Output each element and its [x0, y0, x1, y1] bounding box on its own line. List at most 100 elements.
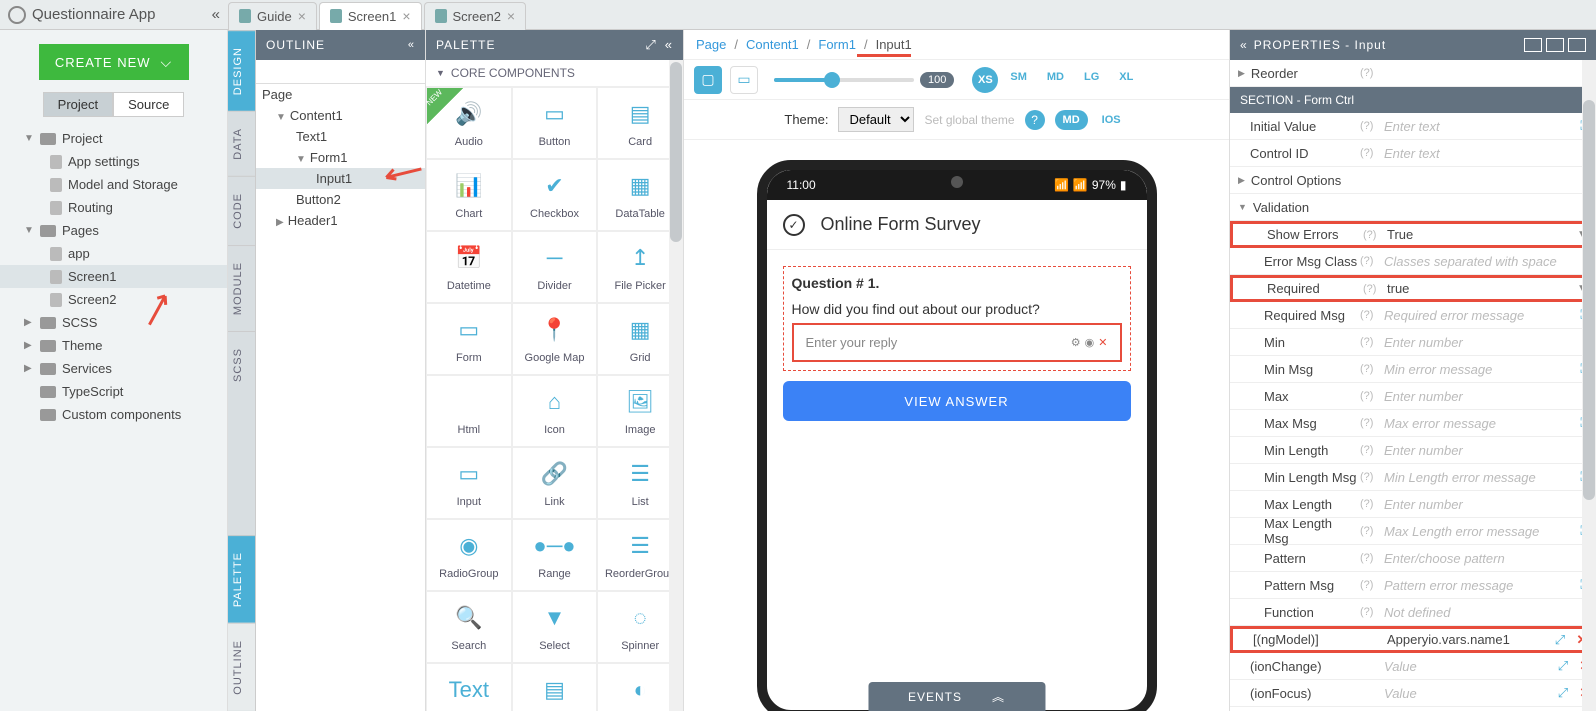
prop-required[interactable]: Required(?)true▼	[1230, 275, 1596, 302]
tree-services[interactable]: ▶Services	[0, 357, 227, 380]
project-toggle[interactable]: Project	[43, 92, 113, 117]
breakpoint-sm[interactable]: SM	[1002, 67, 1035, 93]
breakpoint-md[interactable]: MD	[1039, 67, 1072, 93]
help-icon[interactable]: ?	[1025, 110, 1045, 130]
input-field[interactable]: Enter your reply ⚙ ◉ ✕	[792, 323, 1122, 362]
view-answer-button[interactable]: VIEW ANSWER	[783, 381, 1131, 421]
ot-content1[interactable]: ▼Content1	[256, 105, 425, 126]
expand-icon[interactable]: ⤢	[1552, 685, 1574, 701]
editor-tab[interactable]: Screen2×	[424, 2, 527, 30]
palette-item-form[interactable]: ▭Form	[426, 303, 512, 375]
prop-max-length-msg[interactable]: Max Length Msg(?)Max Length error messag…	[1230, 518, 1596, 545]
chevron-left-icon[interactable]: «	[212, 6, 220, 23]
prop-min-msg[interactable]: Min Msg(?)Min error message⛶	[1230, 356, 1596, 383]
prop-initial-value[interactable]: Initial Value(?)Enter text⛶	[1230, 113, 1596, 140]
vtab-data[interactable]: DATA	[228, 111, 255, 176]
tree-page-screen1[interactable]: Screen1	[0, 265, 227, 288]
source-toggle[interactable]: Source	[113, 92, 184, 117]
expand-icon[interactable]: ⤢	[1549, 632, 1571, 648]
palette-item-google-map[interactable]: 📍Google Map	[512, 303, 598, 375]
palette-item-link[interactable]: 🔗Link	[512, 447, 598, 519]
global-theme-text[interactable]: Set global theme	[924, 113, 1014, 127]
prop-validation[interactable]: ▼Validation	[1230, 194, 1596, 221]
prop-show-errors[interactable]: Show Errors(?)True▼	[1230, 221, 1596, 248]
palette-item-radiogroup[interactable]: ◉RadioGroup	[426, 519, 512, 591]
prop-error-msg-class[interactable]: Error Msg Class(?)Classes separated with…	[1230, 248, 1596, 275]
zoom-slider[interactable]: 100	[774, 72, 954, 88]
scrollbar[interactable]	[1582, 60, 1596, 711]
events-bar[interactable]: EVENTS ︽	[868, 682, 1045, 711]
ot-button2[interactable]: Button2	[256, 189, 425, 210]
prop-max-msg[interactable]: Max Msg(?)Max error message⛶	[1230, 410, 1596, 437]
prop-required-msg[interactable]: Required Msg(?)Required error message⛶	[1230, 302, 1596, 329]
tree-custom-components[interactable]: Custom components	[0, 403, 227, 426]
tree-app-settings[interactable]: App settings	[0, 150, 227, 173]
palette-item-input[interactable]: ▭Input	[426, 447, 512, 519]
layout-icon[interactable]	[1568, 38, 1586, 52]
settings-icon[interactable]: ⚙	[1071, 336, 1081, 349]
editor-tab[interactable]: Screen1×	[319, 2, 422, 30]
theme-select[interactable]: Default	[838, 107, 914, 132]
tree-scss[interactable]: ▶SCSS	[0, 311, 227, 334]
os-md[interactable]: MD	[1055, 110, 1088, 130]
tree-routing[interactable]: Routing	[0, 196, 227, 219]
device-tablet-icon[interactable]: ▭	[730, 66, 758, 94]
palette-item-search[interactable]: 🔍Search	[426, 591, 512, 663]
bc-page[interactable]: Page	[696, 37, 726, 52]
palette-section[interactable]: ▼CORE COMPONENTS	[426, 60, 683, 87]
scrollbar[interactable]	[669, 60, 683, 711]
close-icon[interactable]: ×	[402, 8, 410, 24]
prop-max[interactable]: Max(?)Enter number	[1230, 383, 1596, 410]
palette-item-datetime[interactable]: 📅Datetime	[426, 231, 512, 303]
palette-item-divider[interactable]: ─Divider	[512, 231, 598, 303]
vtab-scss[interactable]: SCSS	[228, 331, 255, 398]
vtab-palette[interactable]: PALETTE	[228, 535, 255, 623]
prop-control-options[interactable]: ▶Control Options	[1230, 167, 1596, 194]
ot-text1[interactable]: Text1	[256, 126, 425, 147]
close-icon[interactable]: ×	[507, 8, 515, 24]
breakpoint-lg[interactable]: LG	[1076, 67, 1107, 93]
tree-theme[interactable]: ▶Theme	[0, 334, 227, 357]
close-icon[interactable]: ×	[298, 8, 306, 24]
vtab-design[interactable]: DESIGN	[228, 30, 255, 111]
ot-page[interactable]: Page	[256, 84, 425, 105]
bc-form1[interactable]: Form1	[818, 37, 856, 52]
palette-item-range[interactable]: ●─●Range	[512, 519, 598, 591]
prop-max-length[interactable]: Max Length(?)Enter number	[1230, 491, 1596, 518]
ot-form1[interactable]: ▼Form1	[256, 147, 425, 168]
prop-pattern[interactable]: Pattern(?)Enter/choose pattern▼	[1230, 545, 1596, 572]
tree-project[interactable]: ▼Project	[0, 127, 227, 150]
tree-model-storage[interactable]: Model and Storage	[0, 173, 227, 196]
palette-item-textarea[interactable]: ▤Textarea	[512, 663, 598, 711]
breakpoint-xs[interactable]: XS	[972, 67, 998, 93]
vtab-module[interactable]: MODULE	[228, 245, 255, 331]
palette-item-select[interactable]: ▼Select	[512, 591, 598, 663]
layout-icon[interactable]	[1524, 38, 1542, 52]
expand-icon[interactable]: ⤢	[1552, 658, 1574, 674]
expand-icon[interactable]: ⤢	[645, 37, 656, 53]
prop--ionfocus-[interactable]: (ionFocus)Value⤢✕	[1230, 680, 1596, 707]
vtab-code[interactable]: CODE	[228, 176, 255, 245]
vtab-outline[interactable]: OUTLINE	[228, 623, 255, 711]
palette-item-audio[interactable]: 🔊Audio	[426, 87, 512, 159]
bc-content1[interactable]: Content1	[746, 37, 799, 52]
question-box[interactable]: Question # 1. How did you find out about…	[783, 266, 1131, 371]
prop---ngmodel--[interactable]: [(ngModel)]Apperyio.vars.name1⤢✕	[1230, 626, 1596, 653]
palette-item-text[interactable]: TextText	[426, 663, 512, 711]
prop-min-length-msg[interactable]: Min Length Msg(?)Min Length error messag…	[1230, 464, 1596, 491]
ot-input1[interactable]: Input1	[256, 168, 425, 189]
palette-item-html[interactable]: Html	[426, 375, 512, 447]
prop-pattern-msg[interactable]: Pattern Msg(?)Pattern error message⛶	[1230, 572, 1596, 599]
create-new-button[interactable]: CREATE NEW ⌵	[39, 44, 189, 80]
delete-icon[interactable]: ✕	[1098, 336, 1107, 349]
prop-control-id[interactable]: Control ID(?)Enter text	[1230, 140, 1596, 167]
prop-min-length[interactable]: Min Length(?)Enter number	[1230, 437, 1596, 464]
ot-header1[interactable]: ▶Header1	[256, 210, 425, 231]
palette-item-button[interactable]: ▭Button	[512, 87, 598, 159]
prop-reorder[interactable]: ▶Reorder (?)	[1230, 60, 1596, 87]
collapse-icon[interactable]: «	[665, 37, 673, 53]
breakpoint-xl[interactable]: XL	[1111, 67, 1141, 93]
collapse-icon[interactable]: «	[408, 39, 415, 51]
prop--ionchange-[interactable]: (ionChange)Value⤢✕	[1230, 653, 1596, 680]
outline-search-input[interactable]	[256, 60, 423, 83]
